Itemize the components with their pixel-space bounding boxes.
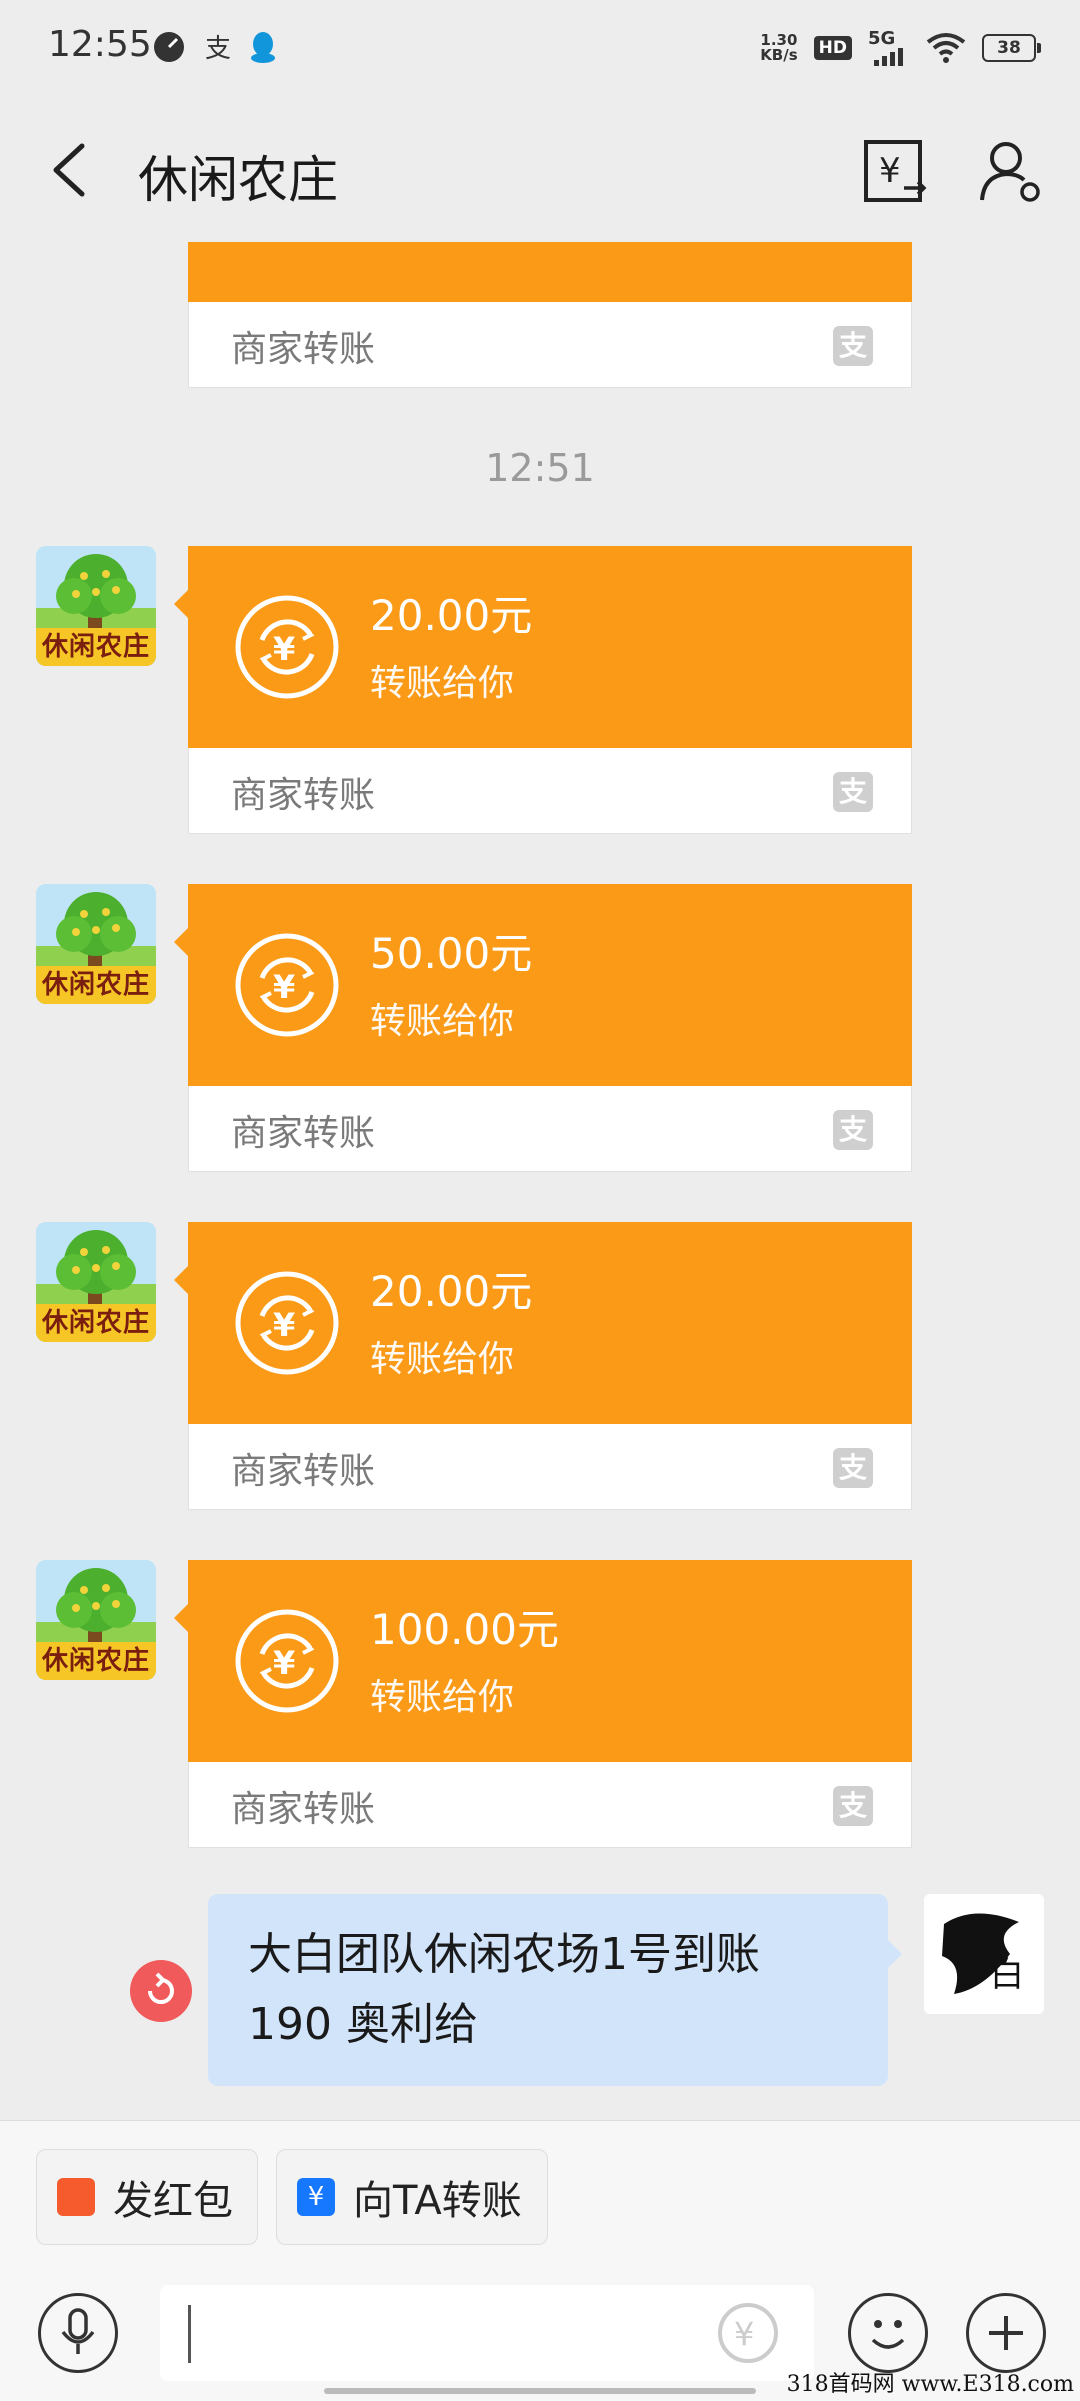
contact-avatar[interactable]: 休闲农庄 — [36, 884, 156, 1004]
voice-button[interactable] — [38, 2293, 118, 2373]
watermark: 318首码网 www.E318.com — [786, 2372, 1074, 2397]
avatar-label: 休闲农庄 — [36, 628, 156, 666]
transfer-subtitle: 转账给你 — [370, 663, 515, 704]
transfer-coin-icon: ¥ — [235, 1271, 339, 1375]
calligraphy-avatar: 白 — [942, 1913, 1024, 1995]
svg-text:¥: ¥ — [273, 968, 295, 1006]
page-title: 休闲农庄 — [138, 151, 338, 209]
transfer-card-partial[interactable]: 商家转账 支 — [188, 242, 912, 388]
refresh-icon — [148, 1972, 174, 2004]
avatar-label: 休闲农庄 — [36, 966, 156, 1004]
emoji-button[interactable] — [848, 2293, 928, 2373]
transfer-coin-icon: ¥ — [235, 933, 339, 1037]
transfer-subtitle: 转账给你 — [370, 1677, 515, 1718]
net-speed: 1.30 KB/s — [760, 33, 797, 63]
battery-icon: 38 — [982, 34, 1041, 62]
microphone-icon — [61, 2308, 95, 2354]
transfer-card-top: ¥100.00元转账给你 — [174, 1560, 912, 1762]
svg-text:¥: ¥ — [273, 1644, 295, 1682]
transfer-subtitle: 转账给你 — [370, 1339, 515, 1380]
speedometer-icon — [154, 32, 184, 62]
svg-text:¥: ¥ — [273, 1306, 295, 1344]
status-bar: 12:55 支 1.30 KB/s HD 5G 38 — [0, 0, 1080, 100]
transfer-card-top: ¥20.00元转账给你 — [174, 1222, 912, 1424]
alipay-icon: 支 — [833, 1110, 873, 1150]
message-timestamp: 12:51 — [485, 446, 595, 490]
transfer-card-footer: 商家转账 支 — [188, 1762, 912, 1848]
qq-penguin-icon — [251, 32, 275, 63]
transfer-card-footer: 商家转账 支 — [188, 1086, 912, 1172]
hd-badge: HD — [813, 36, 852, 60]
signal-icon: 5G — [868, 28, 910, 68]
transfer-card-footer: 商家转账 支 — [188, 1424, 912, 1510]
merchant-label: 商家转账 — [231, 1451, 376, 1492]
svg-text:白: 白 — [990, 1955, 1024, 1995]
transfer-bill-icon[interactable]: ¥ — [860, 136, 930, 206]
smiley-icon — [871, 2320, 905, 2349]
transfer-coin-icon: ¥ — [235, 1609, 339, 1713]
svg-text:¥: ¥ — [879, 151, 901, 191]
status-time: 12:55 — [48, 24, 152, 65]
transfer-icon: ¥ — [297, 2178, 335, 2216]
transfer-card-top: ¥50.00元转账给你 — [174, 884, 912, 1086]
home-indicator[interactable] — [324, 2388, 756, 2394]
outgoing-text-line2: 190 奥利给 — [248, 1999, 478, 2050]
transfer-amount: 50.00元 — [370, 929, 533, 978]
transfer-to-ta-button[interactable]: ¥ 向TA转账 — [276, 2149, 548, 2245]
outgoing-text-line1: 大白团队休闲农场1号到账 — [248, 1929, 760, 1980]
yuan-transfer-icon[interactable]: ¥ — [712, 2297, 784, 2369]
profile-settings-icon[interactable] — [974, 136, 1044, 206]
alipay-icon: 支 — [833, 772, 873, 812]
transfer-amount: 20.00元 — [370, 1267, 533, 1316]
transfer-card-footer: 商家转账 支 — [188, 748, 912, 834]
merchant-label: 商家转账 — [231, 1113, 376, 1154]
contact-avatar[interactable]: 休闲农庄 — [36, 1560, 156, 1680]
my-avatar[interactable]: 白 — [924, 1894, 1044, 2014]
wifi-icon — [926, 33, 966, 63]
resend-icon[interactable] — [130, 1960, 192, 2022]
alipay-status-icon: 支 — [205, 34, 231, 64]
more-button[interactable] — [966, 2293, 1046, 2373]
transfer-amount: 100.00元 — [370, 1605, 559, 1654]
alipay-icon: 支 — [833, 326, 873, 366]
red-packet-button[interactable]: 发红包 — [36, 2149, 258, 2245]
alipay-icon: 支 — [833, 1448, 873, 1488]
merchant-label: 商家转账 — [231, 329, 376, 370]
svg-text:¥: ¥ — [273, 630, 295, 668]
plus-icon — [989, 2316, 1023, 2350]
avatar-label: 休闲农庄 — [36, 1642, 156, 1680]
transfer-card-top — [188, 242, 912, 302]
svg-text:支: 支 — [205, 34, 231, 64]
alipay-icon: 支 — [833, 1786, 873, 1826]
transfer-subtitle: 转账给你 — [370, 1001, 515, 1042]
avatar-label: 休闲农庄 — [36, 1304, 156, 1342]
text-caret — [188, 2305, 191, 2363]
transfer-card-top: ¥20.00元转账给你 — [174, 546, 912, 748]
transfer-to-ta-label: 向TA转账 — [353, 2178, 522, 2224]
chat-header: 休闲农庄 ¥ — [0, 100, 1080, 240]
outgoing-message[interactable]: 大白团队休闲农场1号到账 190 奥利给 — [208, 1894, 902, 2086]
transfer-card[interactable]: ¥100.00元转账给你商家转账 支 — [174, 1560, 912, 1848]
transfer-card-footer: 商家转账 支 — [188, 302, 912, 388]
merchant-label: 商家转账 — [231, 1789, 376, 1830]
input-panel: 发红包 ¥ 向TA转账 ¥ — [0, 2120, 1080, 2401]
transfer-coin-icon: ¥ — [235, 595, 339, 699]
network-type: 5G — [868, 28, 896, 49]
transfer-card[interactable]: ¥20.00元转账给你商家转账 支 — [174, 1222, 912, 1510]
net-speed-unit: KB/s — [760, 46, 798, 64]
red-packet-icon — [57, 2178, 95, 2216]
transfer-amount: 20.00元 — [370, 591, 533, 640]
contact-avatar[interactable]: 休闲农庄 — [36, 1222, 156, 1342]
transfer-card[interactable]: ¥50.00元转账给你商家转账 支 — [174, 884, 912, 1172]
contact-avatar[interactable]: 休闲农庄 — [36, 546, 156, 666]
merchant-label: 商家转账 — [231, 775, 376, 816]
red-packet-label: 发红包 — [113, 2178, 233, 2224]
transfer-card[interactable]: ¥20.00元转账给你商家转账 支 — [174, 546, 912, 834]
svg-text:¥: ¥ — [734, 2315, 754, 2353]
back-icon[interactable] — [42, 138, 102, 202]
